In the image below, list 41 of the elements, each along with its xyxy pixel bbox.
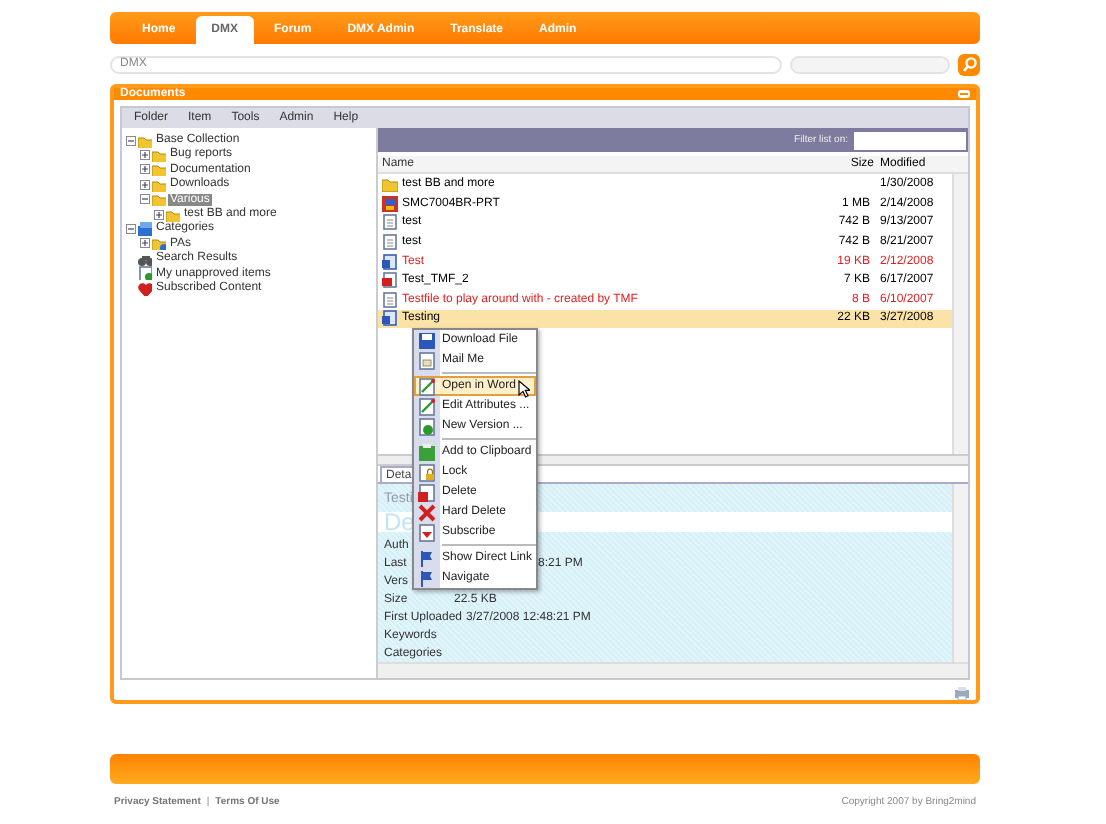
lock-icon xyxy=(418,463,436,482)
folder-icon xyxy=(152,236,166,251)
expand-icon[interactable] xyxy=(154,209,164,220)
heart-icon xyxy=(138,281,152,295)
binoculars-icon xyxy=(138,251,152,266)
print-icon[interactable] xyxy=(954,686,970,700)
scrollbar[interactable] xyxy=(952,484,968,663)
document-icon xyxy=(382,291,398,308)
scrollbar[interactable] xyxy=(378,662,968,679)
collapse-icon[interactable] xyxy=(126,135,136,146)
delete-icon xyxy=(418,483,436,502)
expand-icon[interactable] xyxy=(140,238,150,249)
minimize-icon[interactable] xyxy=(958,90,970,99)
document-icon xyxy=(138,266,152,281)
details-heading: De xyxy=(382,512,415,533)
flag-icon xyxy=(418,569,436,588)
clipboard-icon xyxy=(418,443,436,462)
word-document-icon xyxy=(382,310,398,327)
expand-icon[interactable] xyxy=(140,164,150,175)
folder-icon xyxy=(382,176,398,193)
search-icon xyxy=(961,56,977,72)
collapse-icon[interactable] xyxy=(140,194,150,205)
mouse-pointer-icon xyxy=(518,380,530,399)
expand-icon[interactable] xyxy=(140,149,150,160)
expand-icon[interactable] xyxy=(140,179,150,190)
edit-document-icon xyxy=(418,397,436,416)
program-icon xyxy=(382,195,398,212)
categories-icon xyxy=(138,221,152,236)
scrollbar[interactable] xyxy=(952,174,968,455)
flag-icon xyxy=(418,549,436,568)
subscribe-icon xyxy=(418,523,436,542)
search-button[interactable] xyxy=(958,53,980,75)
cross-icon xyxy=(418,503,436,522)
filter-field[interactable] xyxy=(854,131,966,150)
search-field[interactable] xyxy=(790,55,950,73)
document-icon xyxy=(418,351,436,370)
collapse-icon[interactable] xyxy=(126,223,136,234)
edit-document-icon xyxy=(418,377,436,396)
new-document-icon xyxy=(418,417,436,436)
pdf-document-icon xyxy=(382,272,398,289)
word-document-icon xyxy=(382,253,398,270)
